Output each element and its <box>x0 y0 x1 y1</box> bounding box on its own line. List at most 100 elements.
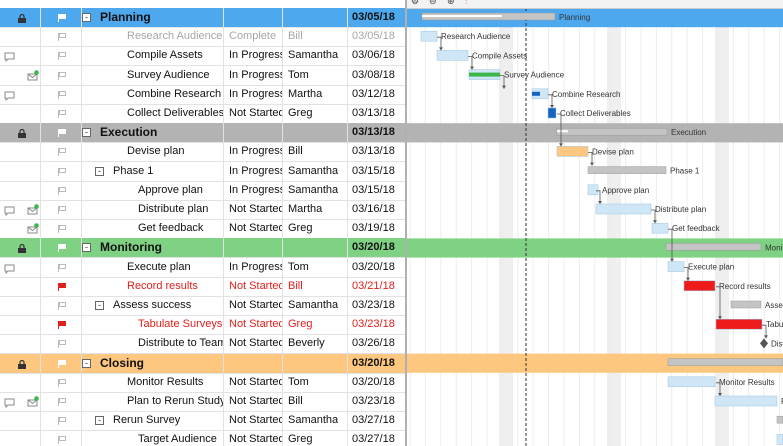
outline-flag-icon[interactable] <box>57 184 67 200</box>
end-date-cell[interactable]: 03/15/18 <box>348 162 405 181</box>
assigned-cell[interactable]: Tom <box>283 65 348 85</box>
outline-flag-icon[interactable] <box>57 30 67 46</box>
status-cell[interactable]: Not Started <box>224 315 283 335</box>
flag-cell[interactable] <box>41 180 82 200</box>
end-date-cell[interactable]: 03/26/18 <box>348 334 405 353</box>
flag-cell[interactable] <box>41 161 82 181</box>
end-date-cell[interactable]: 03/23/18 <box>348 392 405 411</box>
flag-cell[interactable] <box>41 257 82 277</box>
task-name-cell[interactable]: Record results <box>82 276 224 296</box>
task-row[interactable]: Plan to Rerun Study Not Started Bill 03/… <box>0 392 405 412</box>
assigned-cell[interactable]: Bill <box>283 27 348 47</box>
lock-icon[interactable] <box>18 11 26 23</box>
status-cell[interactable]: Not Started <box>224 372 283 392</box>
outline-flag-icon[interactable] <box>57 49 67 65</box>
assigned-cell[interactable]: Samantha <box>283 411 348 431</box>
status-cell[interactable]: In Progress <box>224 161 283 181</box>
flag-cell[interactable] <box>41 411 82 431</box>
outline-flag-icon[interactable] <box>57 433 67 446</box>
gear-icon[interactable]: ⚙ <box>411 0 419 7</box>
collapse-toggle[interactable]: - <box>95 416 104 426</box>
status-cell[interactable]: Not Started <box>224 200 283 219</box>
end-date-cell[interactable]: 03/05/18 <box>348 8 405 27</box>
assigned-cell[interactable] <box>283 238 348 258</box>
status-cell[interactable]: In Progress <box>224 46 283 66</box>
comment-icon[interactable] <box>4 50 15 65</box>
task-row[interactable]: Research Audience Complete Bill 03/05/18 <box>0 27 405 48</box>
end-date-cell[interactable]: 03/13/18 <box>348 142 405 161</box>
flag-cell[interactable] <box>41 46 82 66</box>
end-date-cell[interactable]: 03/05/18 <box>348 27 405 46</box>
end-date-cell[interactable]: 03/13/18 <box>348 123 405 142</box>
status-cell[interactable]: Not Started <box>224 334 283 354</box>
zoom-out-icon[interactable]: ⊖ <box>429 0 437 7</box>
reminder-icon[interactable] <box>27 69 39 85</box>
white-flag-icon[interactable] <box>57 357 67 373</box>
outline-flag-icon[interactable] <box>57 69 67 85</box>
assigned-cell[interactable]: Martha <box>283 200 348 219</box>
flag-cell[interactable] <box>41 219 82 239</box>
task-row[interactable]: Monitor Results Not Started Tom 03/20/18 <box>0 372 405 393</box>
end-date-cell[interactable]: 03/23/18 <box>348 296 405 315</box>
status-cell[interactable]: In Progress <box>224 65 283 85</box>
task-row[interactable]: Record results Not Started Bill 03/21/18 <box>0 276 405 297</box>
task-row[interactable]: Combine Research In Progress Martha 03/1… <box>0 84 405 105</box>
task-name-cell[interactable]: Target Audience <box>82 430 224 446</box>
outline-flag-icon[interactable] <box>57 299 67 315</box>
assigned-cell[interactable]: Tom <box>283 372 348 392</box>
outline-flag-icon[interactable] <box>57 414 67 430</box>
assigned-cell[interactable]: Samantha <box>283 180 348 200</box>
end-date-cell[interactable]: 03/27/18 <box>348 430 405 446</box>
task-name-cell[interactable]: Plan to Rerun Study <box>82 392 224 411</box>
flag-cell[interactable] <box>41 142 82 162</box>
status-cell[interactable]: In Progress <box>224 84 283 104</box>
critical-path-icon[interactable]: ⫶ <box>465 0 467 7</box>
reminder-icon[interactable] <box>27 395 39 411</box>
end-date-cell[interactable]: 03/20/18 <box>348 354 405 373</box>
task-name-cell[interactable]: Devise plan <box>82 142 224 162</box>
section-row[interactable]: - Closing 03/20/18 <box>0 353 405 374</box>
section-row[interactable]: - Execution 03/13/18 <box>0 123 405 144</box>
assigned-cell[interactable] <box>283 8 348 27</box>
flag-cell[interactable] <box>41 65 82 85</box>
flag-cell[interactable] <box>41 84 82 104</box>
task-name-cell[interactable]: Collect Deliverables <box>82 104 224 123</box>
task-row[interactable]: Tabulate Surveys Not Started Greg 03/23/… <box>0 315 405 336</box>
end-date-cell[interactable]: 03/12/18 <box>348 85 405 104</box>
task-name-cell[interactable]: - Closing <box>82 353 224 373</box>
status-cell[interactable]: Not Started <box>224 411 283 431</box>
task-row[interactable]: Distribute to Team Not Started Beverly 0… <box>0 334 405 355</box>
task-row[interactable]: Distribute plan Not Started Martha 03/16… <box>0 200 405 220</box>
lock-icon[interactable] <box>18 126 26 139</box>
assigned-cell[interactable]: Greg <box>283 430 348 446</box>
task-name-cell[interactable]: Monitor Results <box>82 372 224 392</box>
assigned-cell[interactable]: Beverly <box>283 334 348 354</box>
task-row[interactable]: - Phase 1 In Progress Samantha 03/15/18 <box>0 161 405 182</box>
comment-icon[interactable] <box>4 262 15 277</box>
end-date-cell[interactable]: 03/23/18 <box>348 315 405 334</box>
assigned-cell[interactable]: Greg <box>283 315 348 335</box>
task-name-cell[interactable]: - Rerun Survey <box>82 411 224 431</box>
task-name-cell[interactable]: Research Audience <box>82 27 224 47</box>
task-name-cell[interactable]: - Monitoring <box>82 238 224 258</box>
task-name-cell[interactable]: Approve plan <box>82 180 224 200</box>
assigned-cell[interactable] <box>283 123 348 143</box>
zoom-in-icon[interactable]: ⊕ <box>447 0 455 7</box>
status-cell[interactable]: In Progress <box>224 142 283 162</box>
end-date-cell[interactable]: 03/27/18 <box>348 411 405 430</box>
status-cell[interactable]: Not Started <box>224 430 283 446</box>
status-cell[interactable]: Not Started <box>224 296 283 315</box>
outline-flag-icon[interactable] <box>57 395 67 411</box>
assigned-cell[interactable]: Tom <box>283 257 348 277</box>
flag-cell[interactable] <box>41 27 82 47</box>
status-cell[interactable] <box>224 8 283 27</box>
assigned-cell[interactable]: Greg <box>283 104 348 123</box>
collapse-toggle[interactable]: - <box>82 243 91 253</box>
outline-flag-icon[interactable] <box>57 261 67 277</box>
status-cell[interactable]: In Progress <box>224 180 283 200</box>
white-flag-icon[interactable] <box>57 241 67 257</box>
collapse-toggle[interactable]: - <box>82 13 91 22</box>
flag-cell[interactable] <box>41 123 82 143</box>
outline-flag-icon[interactable] <box>57 107 67 123</box>
assigned-cell[interactable]: Bill <box>283 142 348 162</box>
